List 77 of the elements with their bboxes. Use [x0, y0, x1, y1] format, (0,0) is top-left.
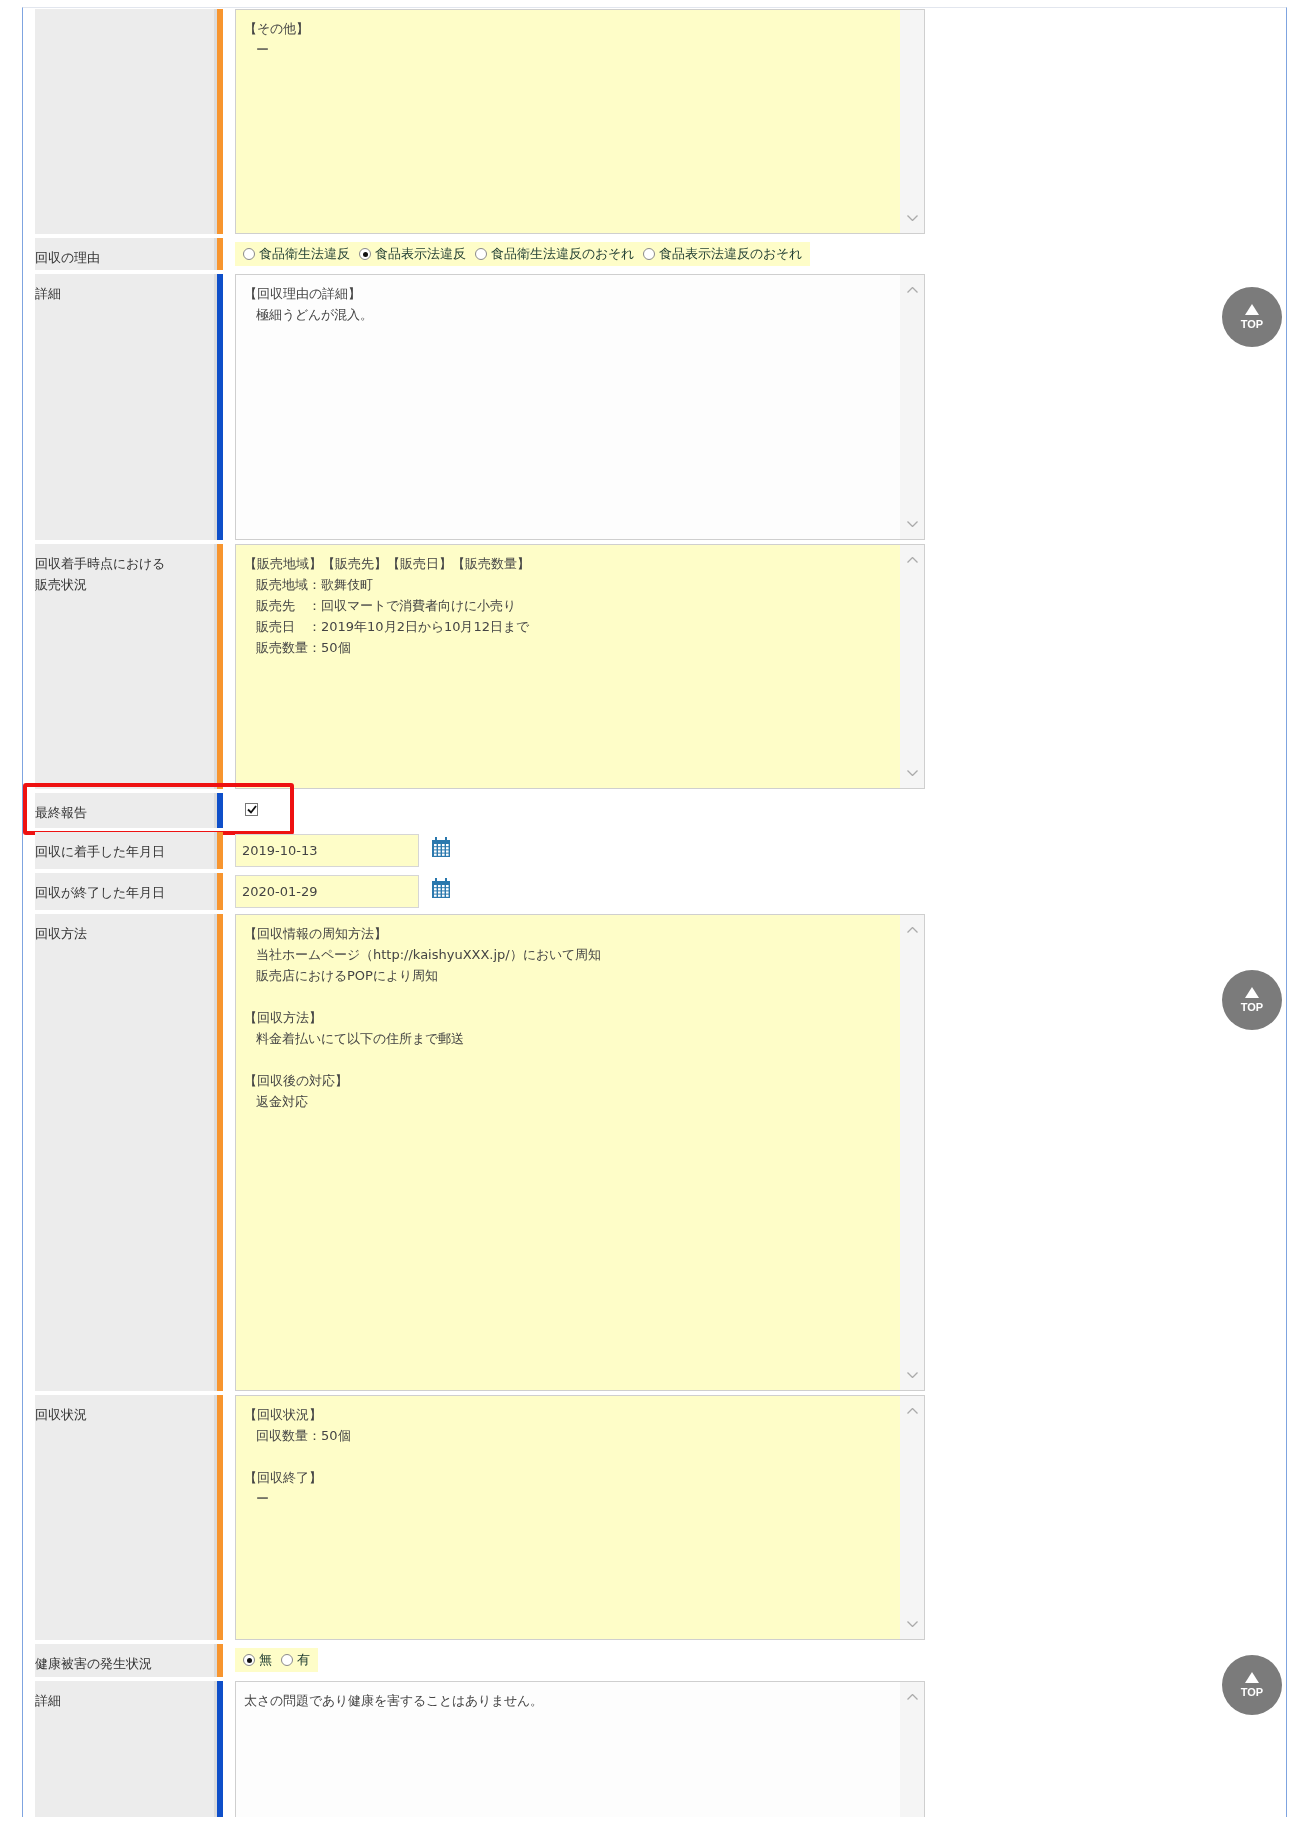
field-label: 回収着手時点における [35, 555, 166, 573]
field-label: 回収状況 [35, 1406, 88, 1424]
checkbox[interactable] [245, 803, 258, 816]
text-line: 当社ホームページ（http://kaishyuXXX.jp/）において周知 [255, 946, 602, 964]
field-label: 最終報告 [35, 804, 88, 822]
field-label: 詳細 [35, 285, 62, 303]
chevron-up-icon[interactable] [906, 1408, 918, 1414]
chevron-up-icon[interactable] [906, 557, 918, 563]
radio-button[interactable] [475, 248, 487, 260]
back-to-top-button[interactable]: TOP [1222, 1655, 1282, 1715]
radio-option[interactable]: 食品表示法違反のおそれ [643, 245, 802, 263]
text-line: 料金着払いにて以下の住所まで郵送 [255, 1030, 465, 1048]
text-line: 【回収理由の詳細】 [244, 285, 362, 303]
text-line: 販売店におけるPOPにより周知 [255, 967, 439, 985]
chevron-down-icon[interactable] [906, 1372, 918, 1378]
scrollbar[interactable] [900, 915, 924, 1390]
text-line: 販売数量：50個 [255, 639, 352, 657]
radio-button[interactable] [643, 248, 655, 260]
text-line: 【回収終了】 [244, 1469, 323, 1487]
radio-option[interactable]: 食品衛生法違反のおそれ [475, 245, 634, 263]
chevron-up-icon[interactable] [906, 927, 918, 933]
chevron-up-icon[interactable] [906, 1694, 918, 1700]
text-area[interactable]: 太さの問題であり健康を害することはありません。 [235, 1681, 925, 1817]
field-label: 回収方法 [35, 925, 88, 943]
scrollbar[interactable] [900, 1682, 924, 1817]
text-line: ー [255, 41, 270, 59]
back-to-top-button[interactable]: TOP [1222, 970, 1282, 1030]
chevron-down-icon[interactable] [906, 1621, 918, 1627]
radio-option[interactable]: 無 [243, 1651, 272, 1669]
back-to-top-button[interactable]: TOP [1222, 287, 1282, 347]
scrollbar[interactable] [900, 545, 924, 788]
chevron-down-icon[interactable] [906, 770, 918, 776]
triangle-up-icon [1245, 304, 1259, 315]
field-label: 販売状況 [35, 576, 88, 594]
chevron-up-icon[interactable] [906, 287, 918, 293]
text-line: 【回収方法】 [244, 1009, 323, 1027]
text-line: 【販売地域】【販売先】【販売日】【販売数量】 [244, 555, 531, 573]
radio-option[interactable]: 食品衛生法違反 [243, 245, 350, 263]
radio-option[interactable]: 食品表示法違反 [359, 245, 466, 263]
text-line: 太さの問題であり健康を害することはありません。 [244, 1692, 544, 1710]
field-label: 健康被害の発生状況 [35, 1655, 153, 1673]
scrollbar[interactable] [900, 10, 924, 233]
triangle-up-icon [1245, 987, 1259, 998]
scrollbar[interactable] [900, 275, 924, 539]
date-field[interactable]: 2020-01-29 [235, 875, 419, 908]
radio-button[interactable] [243, 1654, 255, 1666]
text-line: 【その他】 [244, 20, 310, 38]
text-line: 返金対応 [255, 1093, 309, 1111]
chevron-down-icon[interactable] [906, 215, 918, 221]
radio-button[interactable] [281, 1654, 293, 1666]
date-field[interactable]: 2019-10-13 [235, 834, 419, 867]
field-label: 回収の理由 [35, 249, 101, 267]
text-line: 【回収後の対応】 [244, 1072, 349, 1090]
text-line: 極細うどんが混入。 [255, 306, 374, 324]
text-area[interactable]: 【販売地域】【販売先】【販売日】【販売数量】 販売地域：歌舞伎町 販売先 ：回収マートで消費者向けに小売り 販売日 ：2019年10月2日から10月12日まで 販売数量：50個 [235, 544, 925, 789]
text-area[interactable]: 【回収状況】 回収数量：50個 【回収終了】 ー [235, 1395, 925, 1640]
field-label: 回収に着手した年月日 [35, 843, 166, 861]
radio-option[interactable]: 有 [281, 1651, 310, 1669]
text-line: 販売先 ：回収マートで消費者向けに小売り [255, 597, 517, 615]
chevron-down-icon[interactable] [906, 521, 918, 527]
text-line: 【回収情報の周知方法】 [244, 925, 388, 943]
text-line: 販売日 ：2019年10月2日から10月12日まで [255, 618, 530, 636]
text-area[interactable]: 【その他】 ー [235, 9, 925, 234]
text-line: 回収数量：50個 [255, 1427, 352, 1445]
field-label: 回収が終了した年月日 [35, 884, 166, 902]
radio-button[interactable] [243, 248, 255, 260]
radio-button[interactable] [359, 248, 371, 260]
text-area[interactable]: 【回収理由の詳細】 極細うどんが混入。 [235, 274, 925, 540]
calendar-icon[interactable] [431, 837, 451, 858]
text-area[interactable]: 【回収情報の周知方法】 当社ホームページ（http://kaishyuXXX.jp/）において周知 販売店におけるPOPにより周知 【回収方法】 料金着払いにて以下の住所まで郵送 【回収後の対応】 返金対応 [235, 914, 925, 1391]
text-line: ー [255, 1490, 270, 1508]
text-line: 販売地域：歌舞伎町 [255, 576, 374, 594]
field-label: 詳細 [35, 1692, 62, 1710]
text-line: 【回収状況】 [244, 1406, 323, 1424]
calendar-icon[interactable] [431, 878, 451, 899]
triangle-up-icon [1245, 1672, 1259, 1683]
scrollbar[interactable] [900, 1396, 924, 1639]
